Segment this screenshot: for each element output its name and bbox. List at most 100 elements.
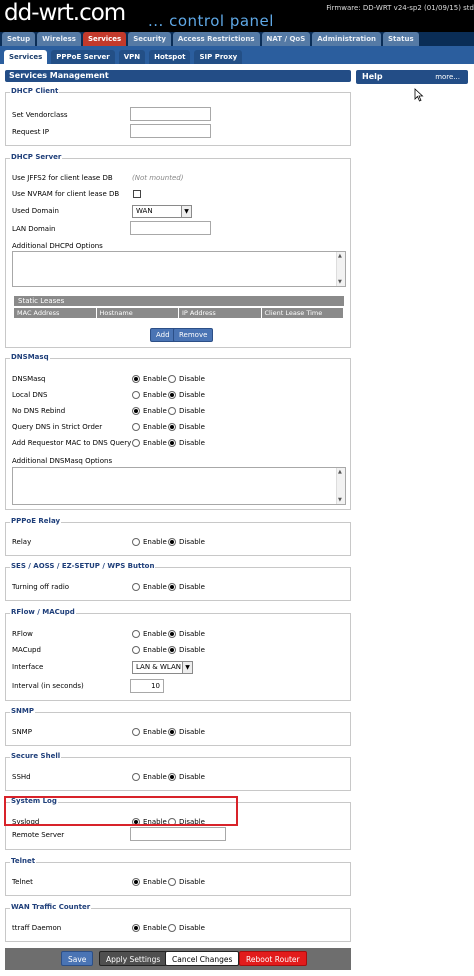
dnsmasq-row-2-disable-radio[interactable] — [168, 407, 176, 415]
col-ip-address: IP Address — [179, 308, 261, 318]
dnsmasq-row-0-enable-radio[interactable] — [132, 375, 140, 383]
main-tabs: Setup Wireless Services Security Access … — [0, 32, 474, 46]
pppoe-relay-disable-radio[interactable] — [168, 538, 176, 546]
rflow-disable-radio[interactable] — [168, 630, 176, 638]
dnsmasq-row-3-enable-label: Enable — [143, 423, 167, 431]
tab-wireless[interactable]: Wireless — [37, 32, 81, 46]
tab-nat-qos[interactable]: NAT / QoS — [261, 32, 311, 46]
wan-traffic-enable-label: Enable — [143, 924, 167, 932]
additional-dhcpd-textarea[interactable]: ▲ ▼ — [12, 251, 346, 287]
snmp-section: SNMP SNMP Enable Disable — [5, 707, 351, 746]
nvram-checkbox[interactable] — [133, 190, 141, 198]
interface-select[interactable]: LAN & WLAN ▼ — [132, 661, 193, 674]
save-button[interactable]: Save — [61, 951, 94, 966]
ssh-section: Secure Shell SSHd Enable Disable — [5, 752, 351, 791]
dhcp-client-section: DHCP Client Set Vendorclass Request IP — [5, 87, 351, 146]
request-ip-input[interactable] — [130, 124, 211, 138]
request-ip-label: Request IP — [12, 128, 49, 136]
jffs2-label: Use JFFS2 for client lease DB — [12, 174, 113, 182]
mouse-cursor-icon — [414, 88, 424, 102]
dhcp-server-section: DHCP Server Use JFFS2 for client lease D… — [5, 153, 351, 348]
macupd-enable-radio[interactable] — [132, 646, 140, 654]
dnsmasq-row-1-disable-radio[interactable] — [168, 391, 176, 399]
rflow-label: RFlow — [12, 630, 33, 638]
snmp-disable-label: Disable — [179, 728, 205, 736]
wan-traffic-enable-radio[interactable] — [132, 924, 140, 932]
add-lease-button[interactable]: Add — [150, 328, 176, 342]
ssh-legend: Secure Shell — [10, 752, 62, 760]
macupd-disable-radio[interactable] — [168, 646, 176, 654]
macupd-disable-label: Disable — [179, 646, 205, 654]
lan-domain-input[interactable] — [130, 221, 211, 235]
header: dd-wrt.com ... control panel Firmware: D… — [0, 0, 474, 32]
page-title: Services Management — [5, 70, 351, 82]
ssh-enable-label: Enable — [143, 773, 167, 781]
subtab-hotspot[interactable]: Hotspot — [149, 50, 191, 64]
tab-administration[interactable]: Administration — [312, 32, 381, 46]
subtab-services[interactable]: Services — [4, 50, 48, 64]
subtab-pppoe-server[interactable]: PPPoE Server — [51, 50, 115, 64]
ssh-disable-radio[interactable] — [168, 773, 176, 781]
telnet-enable-label: Enable — [143, 878, 167, 886]
remove-lease-button[interactable]: Remove — [173, 328, 214, 342]
rflow-enable-radio[interactable] — [132, 630, 140, 638]
subtab-sip-proxy[interactable]: SIP Proxy — [194, 50, 243, 64]
pppoe-relay-enable-radio[interactable] — [132, 538, 140, 546]
subtab-vpn[interactable]: VPN — [118, 50, 146, 64]
pppoe-relay-section: PPPoE Relay Relay Enable Disable — [5, 517, 351, 556]
textarea-scrollbar[interactable]: ▲ ▼ — [336, 468, 345, 504]
dnsmasq-row-label: DNSMasq — [12, 375, 46, 383]
ssh-enable-radio[interactable] — [132, 773, 140, 781]
chevron-down-icon: ▼ — [181, 206, 191, 217]
dnsmasq-row-label: Query DNS in Strict Order — [12, 423, 103, 431]
action-bar: Save Apply Settings Cancel Changes Reboo… — [5, 948, 351, 970]
cancel-changes-button[interactable]: Cancel Changes — [165, 951, 240, 966]
pppoe-relay-legend: PPPoE Relay — [10, 517, 62, 525]
snmp-enable-radio[interactable] — [132, 728, 140, 736]
snmp-disable-radio[interactable] — [168, 728, 176, 736]
chevron-down-icon: ▼ — [182, 662, 192, 673]
dnsmasq-row-4-disable-radio[interactable] — [168, 439, 176, 447]
remote-server-input[interactable] — [130, 827, 226, 841]
telnet-disable-radio[interactable] — [168, 878, 176, 886]
snmp-label: SNMP — [12, 728, 32, 736]
dnsmasq-row-3-enable-radio[interactable] — [132, 423, 140, 431]
tab-security[interactable]: Security — [128, 32, 171, 46]
telnet-enable-radio[interactable] — [132, 878, 140, 886]
telnet-legend: Telnet — [10, 857, 37, 865]
dnsmasq-row-4-enable-radio[interactable] — [132, 439, 140, 447]
col-hostname: Hostname — [96, 308, 178, 318]
tab-access-restrictions[interactable]: Access Restrictions — [172, 32, 260, 46]
tab-status[interactable]: Status — [383, 32, 419, 46]
scroll-up-icon: ▲ — [338, 469, 342, 475]
dnsmasq-row-0-enable-label: Enable — [143, 375, 167, 383]
dnsmasq-row-2-enable-radio[interactable] — [132, 407, 140, 415]
help-more-link[interactable]: more... — [435, 70, 460, 84]
telnet-label: Telnet — [12, 878, 33, 886]
apply-settings-button[interactable]: Apply Settings — [99, 951, 168, 966]
dnsmasq-row-3-disable-radio[interactable] — [168, 423, 176, 431]
tab-setup[interactable]: Setup — [2, 32, 36, 46]
interval-input[interactable]: 10 — [130, 679, 164, 693]
ses-disable-radio[interactable] — [168, 583, 176, 591]
tab-services[interactable]: Services — [82, 32, 127, 46]
wan-traffic-disable-radio[interactable] — [168, 924, 176, 932]
ses-disable-label: Disable — [179, 583, 205, 591]
macupd-enable-label: Enable — [143, 646, 167, 654]
reboot-router-button[interactable]: Reboot Router — [239, 951, 307, 966]
dnsmasq-row-label: Local DNS — [12, 391, 48, 399]
dnsmasq-row-1-enable-radio[interactable] — [132, 391, 140, 399]
additional-dnsmasq-label: Additional DNSMasq Options — [12, 457, 113, 465]
additional-dnsmasq-textarea[interactable]: ▲ ▼ — [12, 467, 346, 505]
col-client-lease-time: Client Lease Time — [261, 308, 343, 318]
ses-enable-radio[interactable] — [132, 583, 140, 591]
used-domain-select[interactable]: WAN ▼ — [132, 205, 192, 218]
jffs2-status: (Not mounted) — [132, 174, 184, 182]
dhcp-client-legend: DHCP Client — [10, 87, 60, 95]
ssh-disable-label: Disable — [179, 773, 205, 781]
textarea-scrollbar[interactable]: ▲ ▼ — [336, 252, 345, 286]
nvram-label: Use NVRAM for client lease DB — [12, 190, 120, 198]
used-domain-label: Used Domain — [12, 207, 59, 215]
dnsmasq-row-0-disable-radio[interactable] — [168, 375, 176, 383]
vendorclass-input[interactable] — [130, 107, 211, 121]
